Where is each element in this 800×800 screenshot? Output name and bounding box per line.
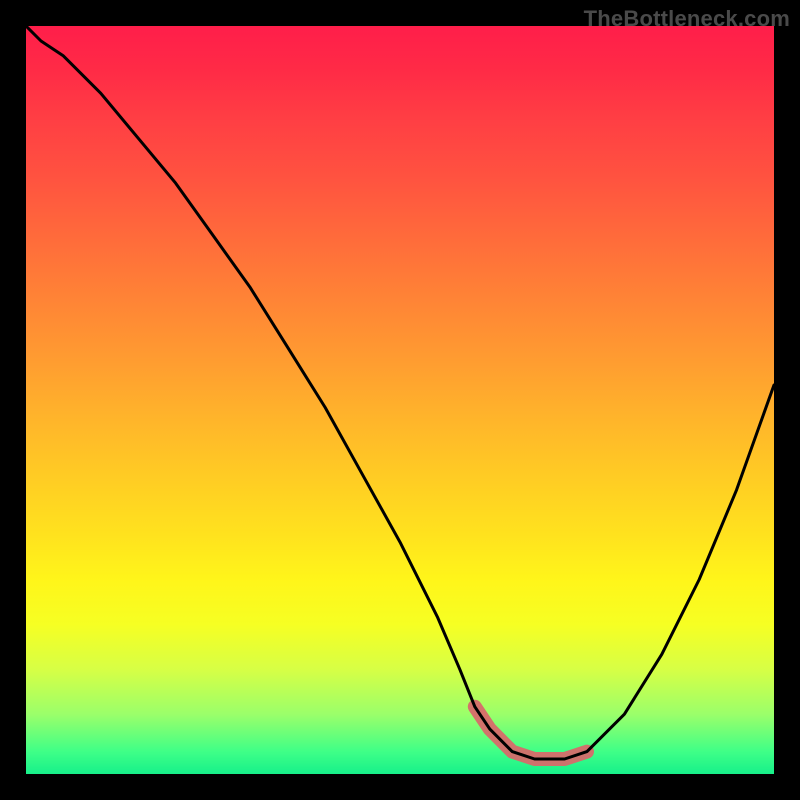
plot-area [26,26,774,774]
watermark-text: TheBottleneck.com [584,6,790,32]
bottleneck-curve [26,26,774,759]
bottleneck-curve-svg [26,26,774,774]
chart-frame: TheBottleneck.com [0,0,800,800]
